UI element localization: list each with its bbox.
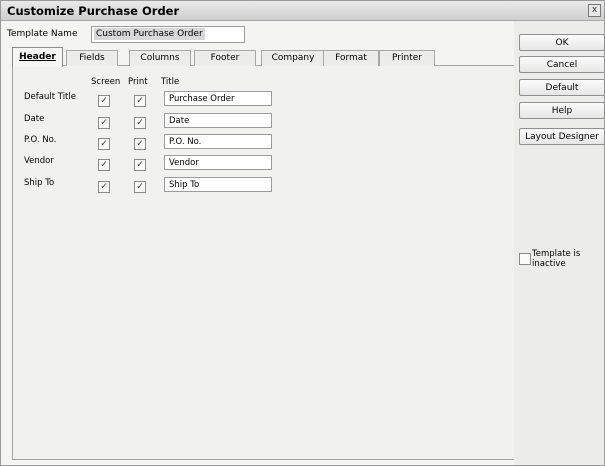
row-label-default-title: Default Title xyxy=(24,92,76,102)
tab-company[interactable]: Company xyxy=(261,50,325,66)
template-name-value: Custom Purchase Order xyxy=(94,28,205,40)
default-button[interactable]: Default xyxy=(519,79,605,96)
default-title-print-checkbox[interactable]: ✓ xyxy=(134,95,146,107)
row-label-ship-to: Ship To xyxy=(24,178,55,188)
tab-header[interactable]: Header xyxy=(12,47,63,67)
po-no-title-field[interactable]: P.O. No. xyxy=(164,134,272,149)
title-bar: Customize Purchase Order x xyxy=(1,1,604,21)
ship-to-screen-checkbox[interactable]: ✓ xyxy=(98,181,110,193)
help-button[interactable]: Help xyxy=(519,102,605,119)
ok-button[interactable]: OK xyxy=(519,34,605,51)
date-print-checkbox[interactable]: ✓ xyxy=(134,117,146,129)
template-name-input[interactable]: Custom Purchase Order xyxy=(91,26,245,43)
date-screen-checkbox[interactable]: ✓ xyxy=(98,117,110,129)
ship-to-title-field[interactable]: Ship To xyxy=(164,177,272,192)
dialog-title: Customize Purchase Order xyxy=(7,4,180,18)
vendor-title-field[interactable]: Vendor xyxy=(164,155,272,170)
ship-to-print-checkbox[interactable]: ✓ xyxy=(134,181,146,193)
tab-format[interactable]: Format xyxy=(323,50,379,66)
po-no-print-checkbox[interactable]: ✓ xyxy=(134,138,146,150)
close-icon[interactable]: x xyxy=(588,4,601,17)
tab-columns[interactable]: Columns xyxy=(129,50,191,66)
tab-footer[interactable]: Footer xyxy=(194,50,256,66)
cancel-button[interactable]: Cancel xyxy=(519,56,605,73)
template-inactive-label: Template is inactive xyxy=(532,249,581,269)
row-label-date: Date xyxy=(24,114,45,124)
tab-fields[interactable]: Fields xyxy=(66,50,118,66)
customize-purchase-order-dialog: Customize Purchase Order x Template Name… xyxy=(0,0,605,466)
template-name-label: Template Name xyxy=(7,29,78,39)
date-title-field[interactable]: Date xyxy=(164,113,272,128)
template-inactive-checkbox[interactable] xyxy=(519,253,531,265)
screen-column-header: Screen xyxy=(91,77,121,87)
vendor-screen-checkbox[interactable]: ✓ xyxy=(98,159,110,171)
default-title-field[interactable]: Purchase Order xyxy=(164,91,272,106)
vendor-print-checkbox[interactable]: ✓ xyxy=(134,159,146,171)
default-title-screen-checkbox[interactable]: ✓ xyxy=(98,95,110,107)
layout-designer-button[interactable]: Layout Designer xyxy=(519,128,605,145)
title-column-header: Title xyxy=(161,77,180,87)
row-label-po-no: P.O. No. xyxy=(24,135,57,145)
tab-printer[interactable]: Printer xyxy=(379,50,435,66)
print-column-header: Print xyxy=(128,77,148,87)
row-label-vendor: Vendor xyxy=(24,156,54,166)
po-no-screen-checkbox[interactable]: ✓ xyxy=(98,138,110,150)
